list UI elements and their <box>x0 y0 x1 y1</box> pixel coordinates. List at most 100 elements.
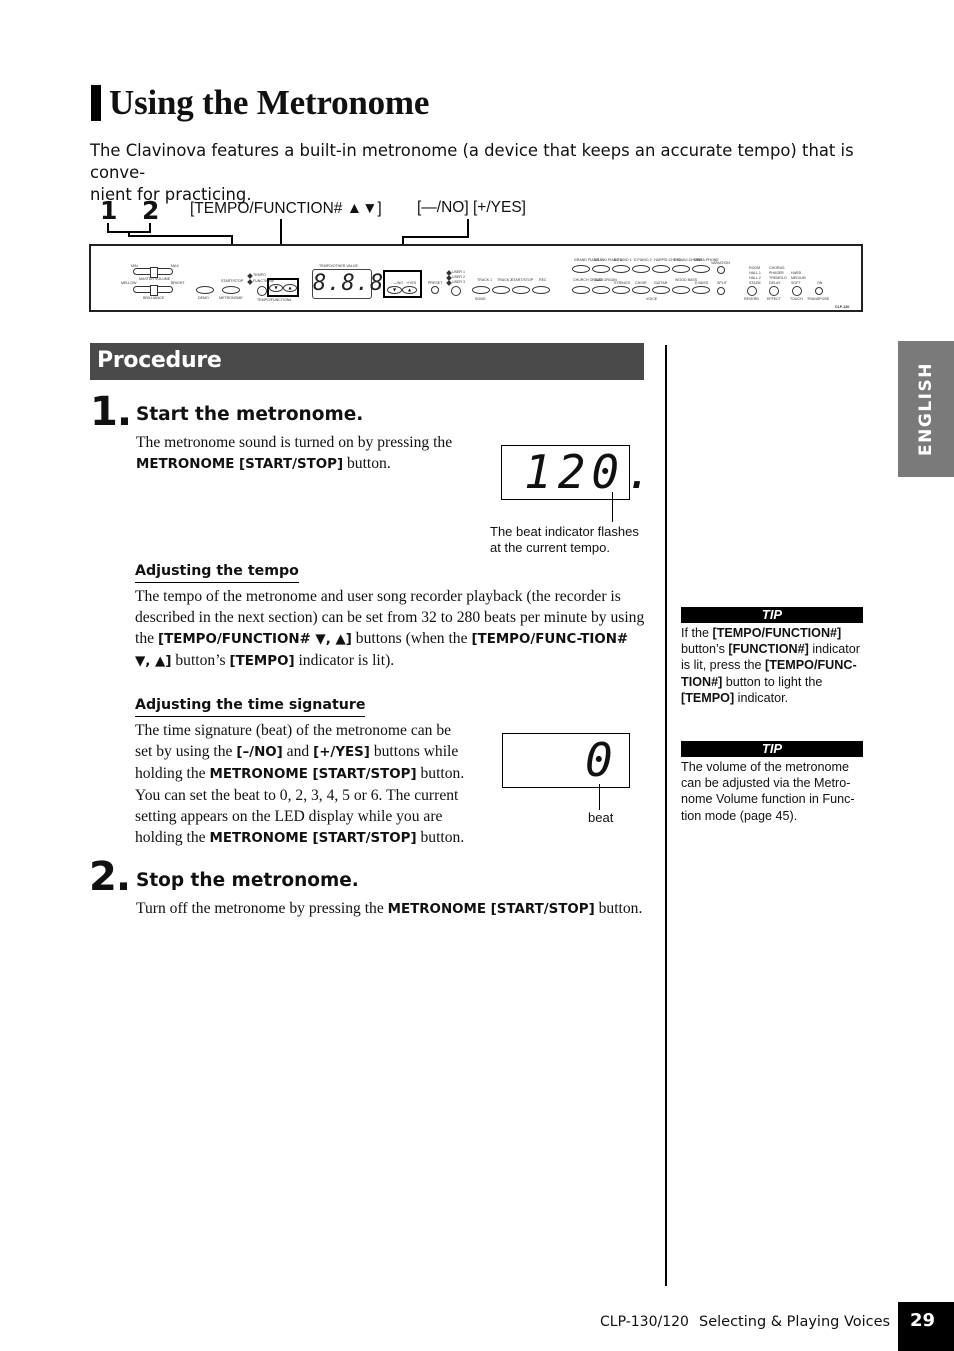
bold-text: [+/YES] <box>313 745 370 760</box>
tempo-down-button[interactable]: ▼ <box>269 284 283 292</box>
text: Turn off the metronome by pressing the <box>136 900 388 917</box>
procedure-heading: Procedure <box>97 348 222 373</box>
voice-button[interactable] <box>592 286 610 294</box>
text: and <box>282 743 314 760</box>
voice-button[interactable] <box>652 286 670 294</box>
beat-caption: beat <box>588 810 614 825</box>
label-song-start-stop: START/STOP <box>511 278 534 282</box>
callout-step-1: 1 <box>100 196 118 225</box>
beat-pointer <box>599 784 600 810</box>
label-effect-type: PHASER <box>769 271 784 275</box>
reverb-button[interactable] <box>747 286 757 296</box>
panel-model-label: CLP-130 <box>835 305 850 309</box>
yes-button[interactable]: ▲ <box>402 286 417 294</box>
label-song: SONG <box>475 297 486 301</box>
label-effect-type: DELAY <box>769 281 781 285</box>
effect-button[interactable] <box>769 286 779 296</box>
beat-indicator-caption: The beat indicator flashes at the curren… <box>490 524 639 555</box>
touch-button[interactable] <box>792 286 802 296</box>
voice-button[interactable] <box>692 265 710 273</box>
track1-button[interactable] <box>472 286 490 294</box>
metronome-start-stop-button[interactable] <box>222 286 240 294</box>
connector-line <box>128 235 232 237</box>
voice-button[interactable] <box>672 265 690 273</box>
transpose-button[interactable] <box>815 287 823 295</box>
tempo-function-select-button[interactable] <box>257 286 267 296</box>
bold-text: METRONOME [START/STOP] <box>209 831 417 846</box>
title-bar-marker <box>91 85 101 121</box>
label-user1: USER 1 <box>452 270 465 274</box>
bold-text: [TEMPO/FUNCTION# ▼, ▲] <box>157 632 352 647</box>
user-select-button[interactable] <box>451 286 461 296</box>
voice-button[interactable] <box>632 286 650 294</box>
voice-button[interactable] <box>692 286 710 294</box>
bold-text: [–/NO] <box>236 745 283 760</box>
tip-1-label: TIP <box>681 607 863 623</box>
callout-step-2: 2 <box>142 196 160 225</box>
no-button[interactable]: ▼ <box>387 286 402 294</box>
label-touch-type: MEDIUM <box>791 276 806 280</box>
split-button[interactable] <box>717 287 725 295</box>
label-effect: EFFECT <box>767 297 781 301</box>
voice-button[interactable] <box>592 265 610 273</box>
label-voice: E.PIANO 1 <box>614 258 632 262</box>
tempo-up-button[interactable]: ▲ <box>283 284 297 292</box>
language-tab: ENGLISH <box>898 341 954 477</box>
label-touch-type: SOFT <box>791 281 801 285</box>
label-no: —/NO <box>393 281 403 285</box>
label-touch: TOUCH <box>790 297 803 301</box>
text: indicator is lit). <box>294 652 395 669</box>
label-user3: USER 3 <box>452 280 465 284</box>
label-yes: +/YES <box>406 281 417 285</box>
text: button’s <box>681 642 729 657</box>
tip-2-text: The volume of the metronome can be adjus… <box>681 760 855 823</box>
label-start-stop: START/STOP <box>221 279 244 283</box>
step-1-number: 1. <box>90 389 132 435</box>
voice-button[interactable] <box>672 286 690 294</box>
label-max: MAX <box>171 264 179 268</box>
label-master-volume: MASTER VOLUME <box>139 277 171 281</box>
demo-button[interactable] <box>196 286 214 294</box>
text: buttons (when the <box>351 630 472 647</box>
label-track2: TRACK 2 <box>497 278 513 282</box>
step-1-text: The metronome sound is turned on by pres… <box>136 432 456 475</box>
voice-button[interactable] <box>652 265 670 273</box>
bold-text: [TEMPO] <box>229 654 295 669</box>
label-reverb-type: HALL 1 <box>749 271 761 275</box>
voice-button[interactable] <box>612 265 630 273</box>
adjusting-time-signature-text: The time signature (beat) of the metrono… <box>135 720 470 849</box>
user3-led <box>446 280 452 286</box>
voice-button[interactable] <box>572 265 590 273</box>
bold-text: METRONOME [START/STOP] <box>387 902 595 917</box>
label-brilliance: BRILLIANCE <box>143 296 164 300</box>
song-start-stop-button[interactable] <box>512 286 530 294</box>
rec-button[interactable] <box>532 286 550 294</box>
text: button. <box>416 829 465 846</box>
tempo-display-illustration: 120. <box>501 445 653 500</box>
track2-button[interactable] <box>492 286 510 294</box>
variation-button[interactable] <box>717 266 725 274</box>
function-indicator-led <box>247 279 253 285</box>
label-user2: USER 2 <box>452 275 465 279</box>
step-2-number: 2. <box>89 854 131 900</box>
label-variation: VARIATION <box>711 261 730 265</box>
voice-button[interactable] <box>632 265 650 273</box>
label-preset: PRESET <box>428 281 443 285</box>
brilliance-slider[interactable] <box>133 285 173 296</box>
label-reverb: REVERB <box>744 297 759 301</box>
intro-line-1: The Clavinova features a built-in metron… <box>90 141 854 182</box>
text: If the <box>681 626 713 640</box>
language-tab-label: ENGLISH <box>916 362 936 456</box>
preset-button[interactable] <box>431 286 439 294</box>
voice-button[interactable] <box>612 286 630 294</box>
master-volume-slider[interactable] <box>133 267 173 278</box>
step-1-heading: Start the metronome. <box>136 404 364 425</box>
label-reverb-type: HALL 2 <box>749 276 761 280</box>
label-transpose: TRANSPOSE <box>807 297 830 301</box>
voice-button[interactable] <box>572 286 590 294</box>
label-voice-group: VOICE <box>646 297 658 301</box>
label-tempo: TEMPO <box>253 273 266 277</box>
text: button. <box>343 455 391 472</box>
label-voice: STRINGS <box>614 281 630 285</box>
step-2-text: Turn off the metronome by pressing the M… <box>136 898 656 920</box>
